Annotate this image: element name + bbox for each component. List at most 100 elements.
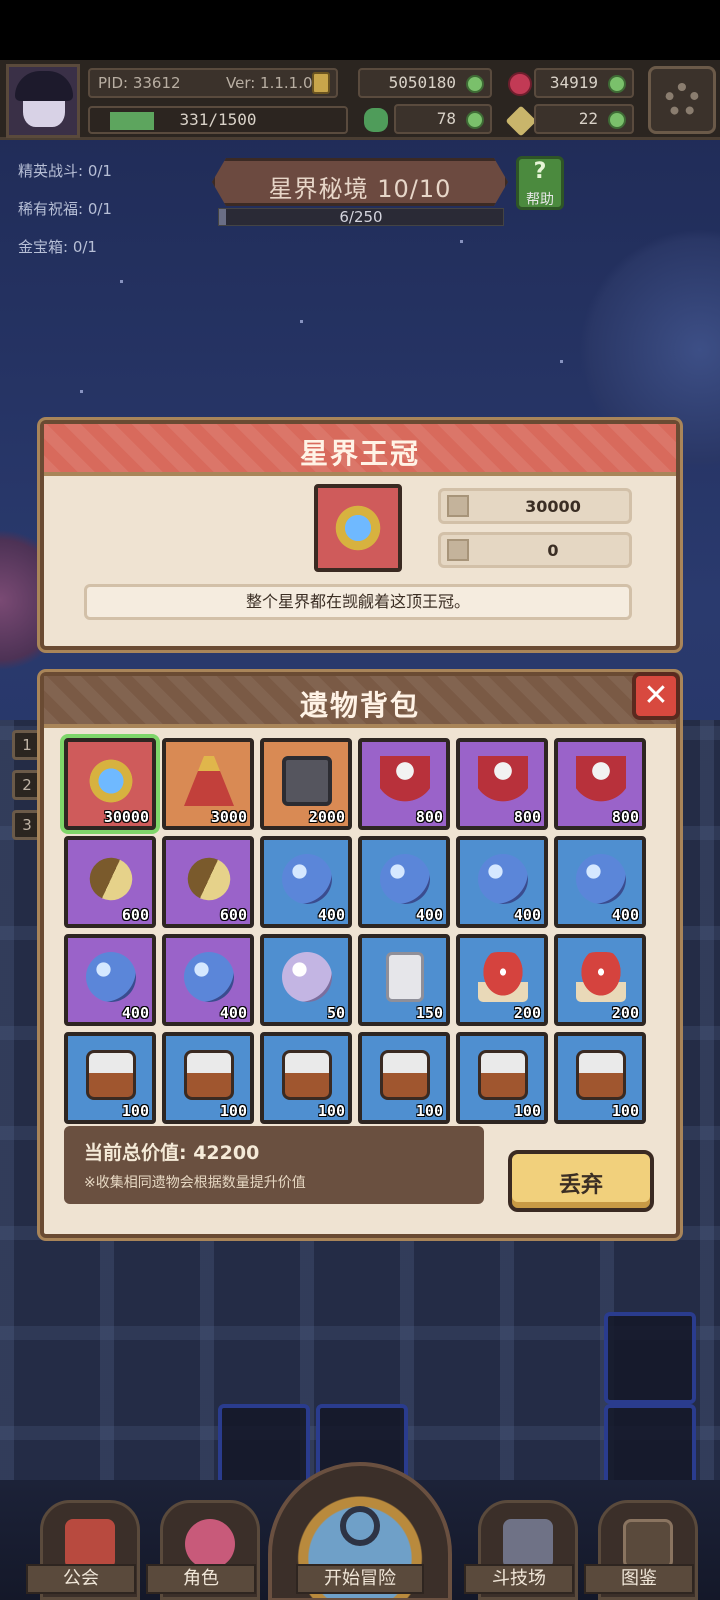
relic-slot[interactable]: 100 [64, 1032, 156, 1124]
relic-slot[interactable]: 100 [456, 1032, 548, 1124]
side-tab-3[interactable]: 3 [12, 810, 42, 840]
upgrade-icon [447, 539, 469, 561]
relic-detail-header: 星界王冠 [44, 424, 676, 476]
player-id: PID: 33612 [98, 74, 181, 92]
crown-icon [332, 502, 384, 554]
add-gold-icon[interactable] [466, 75, 484, 93]
gear-icon [665, 83, 699, 117]
relic-slot-value: 400 [513, 906, 541, 924]
relic-slot[interactable]: 2000 [260, 738, 352, 830]
relic-slot-value: 800 [415, 808, 443, 826]
relic-slot[interactable]: 400 [162, 934, 254, 1026]
relic-slot-value: 50 [326, 1004, 345, 1022]
relic-slot[interactable]: 600 [64, 836, 156, 928]
clover-counter: 78 [394, 104, 492, 134]
gem-value: 34919 [549, 73, 598, 92]
orb-icon [576, 854, 626, 904]
add-gem-icon[interactable] [608, 75, 626, 93]
drum-icon [282, 1050, 332, 1100]
stage-progress-text: 6/250 [339, 208, 383, 226]
relic-slot[interactable]: 30000 [64, 738, 156, 830]
relic-slot[interactable]: 400 [260, 836, 352, 928]
relic-value-box: 30000 [438, 488, 632, 524]
pearl-icon [282, 952, 332, 1002]
close-button[interactable]: ✕ [632, 672, 680, 720]
nav-arena-label[interactable]: 斗技场 [464, 1564, 574, 1594]
relic-slot[interactable]: 100 [162, 1032, 254, 1124]
exp-text: 331/1500 [179, 110, 257, 129]
book-icon [623, 1519, 673, 1569]
tablet-icon [386, 952, 424, 1002]
relic-slot-value: 400 [317, 906, 345, 924]
relic-slot-value: 400 [219, 1004, 247, 1022]
crown-icon [86, 756, 136, 806]
drum-icon [184, 1050, 234, 1100]
orb-icon [478, 854, 528, 904]
clover-icon [364, 108, 388, 132]
relic-slot[interactable]: 50 [260, 934, 352, 1026]
quest-elite: 精英战斗: 0/1 [18, 162, 112, 180]
relic-slot[interactable]: 3000 [162, 738, 254, 830]
side-tab-2[interactable]: 2 [12, 770, 42, 800]
relic-slot[interactable]: 100 [260, 1032, 352, 1124]
mushroom-icon [478, 952, 528, 1002]
help-label: 帮助 [526, 192, 554, 208]
relic-slot[interactable]: 800 [554, 738, 646, 830]
relic-slot[interactable]: 100 [358, 1032, 450, 1124]
coin-icon [312, 72, 330, 94]
relic-name: 星界王冠 [299, 437, 420, 470]
relic-slot[interactable]: 400 [358, 836, 450, 928]
player-avatar[interactable] [6, 64, 80, 138]
add-key-icon[interactable] [608, 111, 626, 129]
nav-guild-label[interactable]: 公会 [26, 1564, 136, 1594]
settings-button[interactable] [648, 66, 716, 134]
relic-slot[interactable]: 200 [554, 934, 646, 1026]
orb-icon [86, 952, 136, 1002]
relic-bag-header: 遗物背包 [44, 676, 676, 728]
relic-slot[interactable]: 600 [162, 836, 254, 928]
relic-slot-value: 3000 [210, 808, 247, 826]
side-tab-1[interactable]: 1 [12, 730, 42, 760]
relic-slot[interactable]: 400 [64, 934, 156, 1026]
relic-slot[interactable]: 800 [358, 738, 450, 830]
discard-button[interactable]: 丢弃 [508, 1150, 654, 1212]
nav-start-label[interactable]: 开始冒险 [296, 1564, 424, 1594]
guild-icon [65, 1519, 115, 1569]
relic-slot[interactable]: 150 [358, 934, 450, 1026]
character-icon [185, 1519, 235, 1569]
telescope-icon [83, 851, 139, 907]
box-icon [282, 756, 332, 806]
relic-slot[interactable]: 800 [456, 738, 548, 830]
cloak-icon [478, 756, 528, 806]
nav-codex-label[interactable]: 图鉴 [584, 1564, 694, 1594]
relic-slot-value: 400 [415, 906, 443, 924]
relic-slot-value: 600 [219, 906, 247, 924]
relic-slot[interactable]: 200 [456, 934, 548, 1026]
total-value: 当前总价值: 42200 [84, 1142, 260, 1164]
orb-icon [184, 952, 234, 1002]
clover-value: 78 [436, 109, 456, 128]
value-icon [447, 495, 469, 517]
relic-slot[interactable]: 400 [456, 836, 548, 928]
mushroom-icon [576, 952, 626, 1002]
relic-slot-value: 100 [513, 1102, 541, 1120]
relic-detail-slot [314, 484, 402, 572]
nav-character-label[interactable]: 角色 [146, 1564, 256, 1594]
relic-slot-value: 100 [415, 1102, 443, 1120]
total-value-box: 当前总价值: 42200 ※收集相同遗物会根据数量提升价值 [64, 1126, 484, 1204]
stage-banner: 星界秘境 10/10 [212, 158, 508, 206]
relic-slot[interactable]: 100 [554, 1032, 646, 1124]
relic-upgrade-box: 0 [438, 532, 632, 568]
cloak-icon [380, 756, 430, 806]
gold-value: 5050180 [388, 73, 456, 92]
add-clover-icon[interactable] [466, 111, 484, 129]
relic-slot-value: 100 [121, 1102, 149, 1120]
exp-bar: 331/1500 [88, 106, 348, 134]
key-value: 22 [578, 109, 598, 128]
help-button[interactable]: ? 帮助 [516, 156, 564, 210]
orb-icon [282, 854, 332, 904]
relic-detail-panel: 星界王冠 30000 0 整个星界都在觊觎着这顶王冠。 [40, 420, 680, 650]
telescope-icon [181, 851, 237, 907]
magnifier-icon [340, 1506, 380, 1546]
relic-slot[interactable]: 400 [554, 836, 646, 928]
